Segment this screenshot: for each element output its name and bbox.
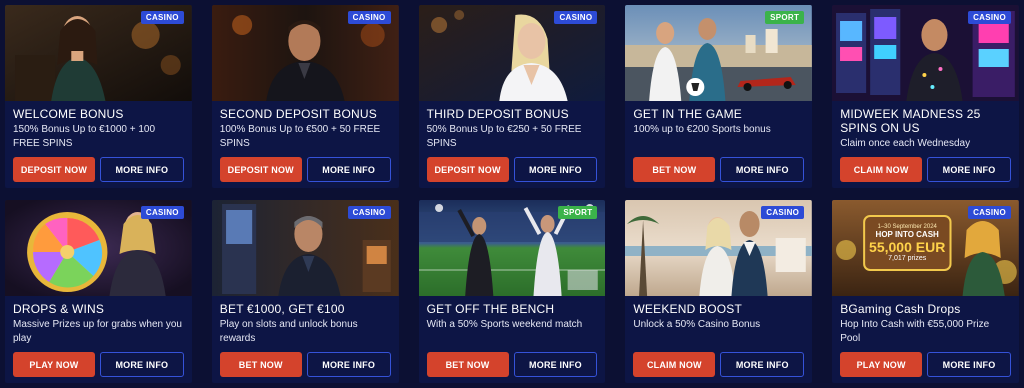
category-badge: CASINO bbox=[140, 11, 184, 24]
cash-drops-banner: 1–30 September 2024 HOP INTO CASH 55,000… bbox=[864, 216, 950, 270]
primary-cta-button[interactable]: BET NOW bbox=[219, 352, 302, 377]
category-badge: CASINO bbox=[347, 11, 391, 24]
promo-title: DROPS & WINS bbox=[13, 302, 105, 316]
slot-machines-image[interactable]: CASINO bbox=[832, 5, 1019, 101]
promo-body: BGaming Cash Drops Hop Into Cash with €5… bbox=[832, 296, 1019, 383]
primary-cta-button[interactable]: DEPOSIT NOW bbox=[13, 157, 95, 182]
promo-actions: DEPOSIT NOW MORE INFO bbox=[219, 157, 391, 188]
more-info-button[interactable]: MORE INFO bbox=[720, 352, 805, 377]
promo-card: CASINO WELCOME BONUS 150% Bonus Up to €1… bbox=[5, 5, 192, 188]
promo-description: Claim once each Wednesday bbox=[840, 138, 971, 149]
promo-card: CASINO MIDWEEK MADNESS 25 SPINS ON US Cl… bbox=[832, 5, 1019, 188]
sport-players-image[interactable]: SPORT bbox=[625, 5, 813, 101]
category-badge: CASINO bbox=[347, 206, 391, 219]
promotions-grid: CASINO WELCOME BONUS 150% Bonus Up to €1… bbox=[5, 5, 1019, 383]
promo-actions: DEPOSIT NOW MORE INFO bbox=[13, 157, 184, 188]
promo-title: WEEKEND BOOST bbox=[633, 302, 743, 316]
promo-description: 150% Bonus Up to €1000 + 100 FREE SPINS bbox=[13, 124, 156, 149]
promo-actions: BET NOW MORE INFO bbox=[633, 157, 805, 188]
promo-description: With a 50% Sports weekend match bbox=[426, 319, 583, 330]
category-badge: CASINO bbox=[140, 206, 184, 219]
promo-body: BET €1000, GET €100 Play on slots and un… bbox=[212, 296, 399, 383]
promo-card: CASINO WEEKEND BOOST Unlock a 50% Casino… bbox=[625, 200, 813, 383]
category-badge: CASINO bbox=[968, 206, 1011, 219]
promo-actions: CLAIM NOW MORE INFO bbox=[633, 352, 805, 383]
promo-body: GET OFF THE BENCH With a 50% Sports week… bbox=[419, 296, 606, 383]
promo-description: Play on slots and unlock bonus rewards bbox=[219, 319, 358, 344]
stadium-image[interactable]: SPORT bbox=[418, 200, 606, 296]
promo-title: GET OFF THE BENCH bbox=[426, 302, 555, 316]
cash-drops-banner-image[interactable]: 1–30 September 2024 HOP INTO CASH 55,000… bbox=[832, 200, 1019, 296]
man-portrait-image[interactable]: CASINO bbox=[211, 5, 399, 101]
promo-title: GET IN THE GAME bbox=[633, 107, 742, 121]
more-info-button[interactable]: MORE INFO bbox=[513, 352, 598, 377]
banner-title: HOP INTO CASH bbox=[875, 230, 939, 239]
promo-actions: BET NOW MORE INFO bbox=[219, 352, 391, 383]
primary-cta-button[interactable]: CLAIM NOW bbox=[840, 157, 923, 182]
promo-description: Unlock a 50% Casino Bonus bbox=[633, 319, 761, 330]
promo-actions: DEPOSIT NOW MORE INFO bbox=[426, 157, 598, 188]
promo-body: WEEKEND BOOST Unlock a 50% Casino Bonus … bbox=[625, 296, 812, 383]
promo-description: 100% up to €200 Sports bonus bbox=[633, 124, 771, 135]
promo-actions: PLAY NOW MORE INFO bbox=[13, 352, 184, 383]
promo-card: 1–30 September 2024 HOP INTO CASH 55,000… bbox=[832, 200, 1019, 383]
primary-cta-button[interactable]: PLAY NOW bbox=[840, 352, 923, 377]
promo-title: BET €1000, GET €100 bbox=[219, 302, 345, 316]
promo-title: BGaming Cash Drops bbox=[840, 302, 961, 316]
primary-cta-button[interactable]: CLAIM NOW bbox=[633, 352, 716, 377]
banner-prizes: 7,017 prizes bbox=[888, 255, 927, 262]
casino-man-image[interactable]: CASINO bbox=[211, 200, 399, 296]
woman-portrait-image[interactable]: CASINO bbox=[5, 5, 192, 101]
promo-body: SECOND DEPOSIT BONUS 100% Bonus Up to €5… bbox=[212, 101, 399, 188]
promo-actions: PLAY NOW MORE INFO bbox=[840, 352, 1011, 383]
primary-cta-button[interactable]: DEPOSIT NOW bbox=[426, 157, 509, 182]
primary-cta-button[interactable]: BET NOW bbox=[633, 157, 716, 182]
promo-title: SECOND DEPOSIT BONUS bbox=[219, 107, 377, 121]
more-info-button[interactable]: MORE INFO bbox=[927, 157, 1011, 182]
promo-card: SPORT GET IN THE GAME 100% up to €200 Sp… bbox=[625, 5, 813, 188]
more-info-button[interactable]: MORE INFO bbox=[99, 157, 184, 182]
promo-body: DROPS & WINS Massive Prizes up for grabs… bbox=[5, 296, 192, 383]
category-badge: CASINO bbox=[968, 11, 1011, 24]
more-info-button[interactable]: MORE INFO bbox=[306, 352, 391, 377]
promo-body: WELCOME BONUS 150% Bonus Up to €1000 + 1… bbox=[5, 101, 192, 188]
promo-description: Massive Prizes up for grabs when you pla… bbox=[13, 319, 182, 344]
promo-title: WELCOME BONUS bbox=[13, 107, 124, 121]
promo-actions: BET NOW MORE INFO bbox=[426, 352, 598, 383]
more-info-button[interactable]: MORE INFO bbox=[99, 352, 184, 377]
more-info-button[interactable]: MORE INFO bbox=[720, 157, 805, 182]
promo-card: CASINO BET €1000, GET €100 Play on slots… bbox=[211, 200, 399, 383]
promo-title: THIRD DEPOSIT BONUS bbox=[426, 107, 569, 121]
blonde-woman-image[interactable]: CASINO bbox=[418, 5, 606, 101]
promo-body: MIDWEEK MADNESS 25 SPINS ON US Claim onc… bbox=[832, 101, 1019, 188]
prize-wheel-image[interactable]: CASINO bbox=[5, 200, 192, 296]
category-badge: CASINO bbox=[761, 206, 805, 219]
promo-description: Hop Into Cash with €55,000 Prize Pool bbox=[840, 319, 990, 344]
category-badge: CASINO bbox=[554, 11, 598, 24]
promo-title: MIDWEEK MADNESS 25 SPINS ON US bbox=[840, 107, 981, 135]
promo-card: CASINO DROPS & WINS Massive Prizes up fo… bbox=[5, 200, 192, 383]
promo-actions: CLAIM NOW MORE INFO bbox=[840, 157, 1011, 188]
promo-card: CASINO THIRD DEPOSIT BONUS 50% Bonus Up … bbox=[418, 5, 606, 188]
promo-description: 50% Bonus Up to €250 + 50 FREE SPINS bbox=[426, 124, 582, 149]
promo-card: SPORT GET OFF THE BENCH With a 50% Sport… bbox=[418, 200, 606, 383]
promo-description: 100% Bonus Up to €500 + 50 FREE SPINS bbox=[219, 124, 381, 149]
promo-body: THIRD DEPOSIT BONUS 50% Bonus Up to €250… bbox=[419, 101, 606, 188]
promo-card: CASINO SECOND DEPOSIT BONUS 100% Bonus U… bbox=[211, 5, 399, 188]
category-badge: SPORT bbox=[765, 11, 805, 24]
primary-cta-button[interactable]: BET NOW bbox=[426, 352, 509, 377]
category-badge: SPORT bbox=[558, 206, 598, 219]
primary-cta-button[interactable]: DEPOSIT NOW bbox=[219, 157, 302, 182]
promo-body: GET IN THE GAME 100% up to €200 Sports b… bbox=[625, 101, 812, 188]
more-info-button[interactable]: MORE INFO bbox=[927, 352, 1011, 377]
more-info-button[interactable]: MORE INFO bbox=[513, 157, 598, 182]
banner-amount: 55,000 EUR bbox=[869, 239, 946, 255]
primary-cta-button[interactable]: PLAY NOW bbox=[13, 352, 95, 377]
couple-beach-image[interactable]: CASINO bbox=[625, 200, 813, 296]
more-info-button[interactable]: MORE INFO bbox=[306, 157, 391, 182]
